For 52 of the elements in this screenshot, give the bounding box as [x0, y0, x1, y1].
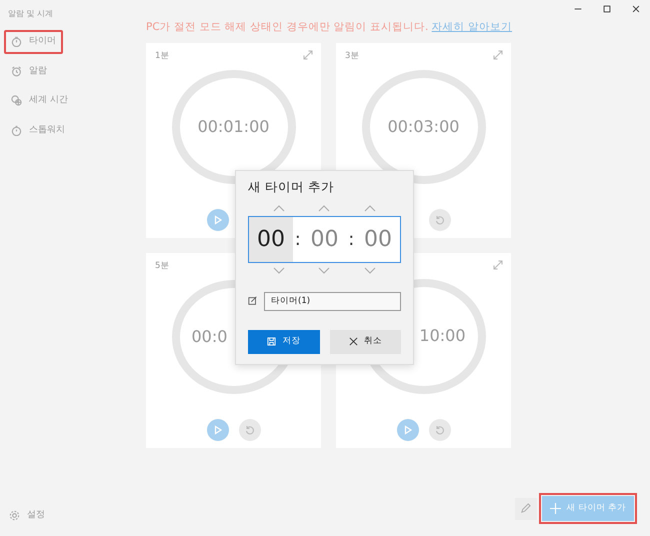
pencil-icon — [520, 503, 532, 514]
settings-item[interactable]: 설정 — [4, 508, 131, 530]
time-field[interactable]: 00 — [249, 216, 293, 262]
close-icon — [348, 337, 358, 346]
sidebar-item[interactable]: 타이머 — [4, 30, 63, 54]
chevron-down-icon[interactable] — [272, 266, 285, 274]
maximize-icon[interactable] — [602, 4, 612, 14]
save-icon — [267, 337, 276, 346]
play-icon — [402, 424, 412, 435]
edit-button[interactable] — [514, 498, 537, 520]
time-picker[interactable]: 00 : 00 : 00 — [248, 216, 401, 263]
chevron-down-icon[interactable] — [364, 266, 376, 274]
plus-icon — [550, 503, 561, 514]
reset-button[interactable] — [238, 418, 260, 441]
edit-icon — [248, 296, 258, 306]
timer-time: 00:03:00 — [388, 116, 460, 138]
name-field[interactable]: 타이머(1) — [264, 292, 401, 311]
play-button[interactable] — [206, 418, 228, 441]
window-title: 알람 및 시계 — [7, 8, 54, 20]
reset-icon — [434, 424, 444, 435]
sidebar-item[interactable]: 스톱워치 — [4, 118, 72, 142]
alarm-clock-icon — [11, 66, 22, 77]
reset-icon — [434, 214, 444, 225]
reset-icon — [244, 424, 254, 435]
play-icon — [212, 424, 222, 435]
reset-button[interactable] — [428, 208, 450, 231]
globe-icon — [11, 95, 22, 106]
chevron-up-icon[interactable] — [364, 204, 376, 212]
notice-text: PC가 절전 모드 해제 상태인 경우에만 알림이 표시됩니다. 자세히 알아보기 — [146, 20, 514, 35]
play-button[interactable] — [396, 418, 418, 441]
chevron-down-icon[interactable] — [318, 266, 330, 274]
play-button[interactable] — [206, 208, 228, 231]
add-timer-button[interactable]: 새 타이머 추가 — [542, 496, 634, 521]
settings-icon — [9, 510, 20, 521]
learn-more-link[interactable]: 자세히 알아보기 — [432, 21, 512, 33]
sidebar-item[interactable]: 알람 — [4, 60, 54, 83]
stopwatch-icon — [11, 124, 22, 136]
timer-label: 1분 — [155, 50, 170, 62]
chevron-up-icon[interactable] — [272, 204, 285, 212]
cancel-button[interactable]: 취소 — [330, 330, 401, 354]
close-icon[interactable] — [630, 4, 640, 14]
play-icon — [212, 214, 222, 225]
chevron-up-icon[interactable] — [318, 204, 330, 212]
timer-time: 10:00 — [419, 325, 466, 348]
save-button[interactable]: 저장 — [248, 330, 320, 354]
timer-time: 00:0 — [192, 326, 228, 348]
timer-label: 3분 — [345, 50, 360, 62]
timer-icon — [11, 36, 22, 48]
timer-label: 5분 — [155, 260, 170, 272]
timer-time: 00:01:00 — [198, 116, 270, 138]
sidebar-item[interactable]: 세계 시간 — [4, 89, 75, 112]
reset-button[interactable] — [428, 418, 450, 441]
